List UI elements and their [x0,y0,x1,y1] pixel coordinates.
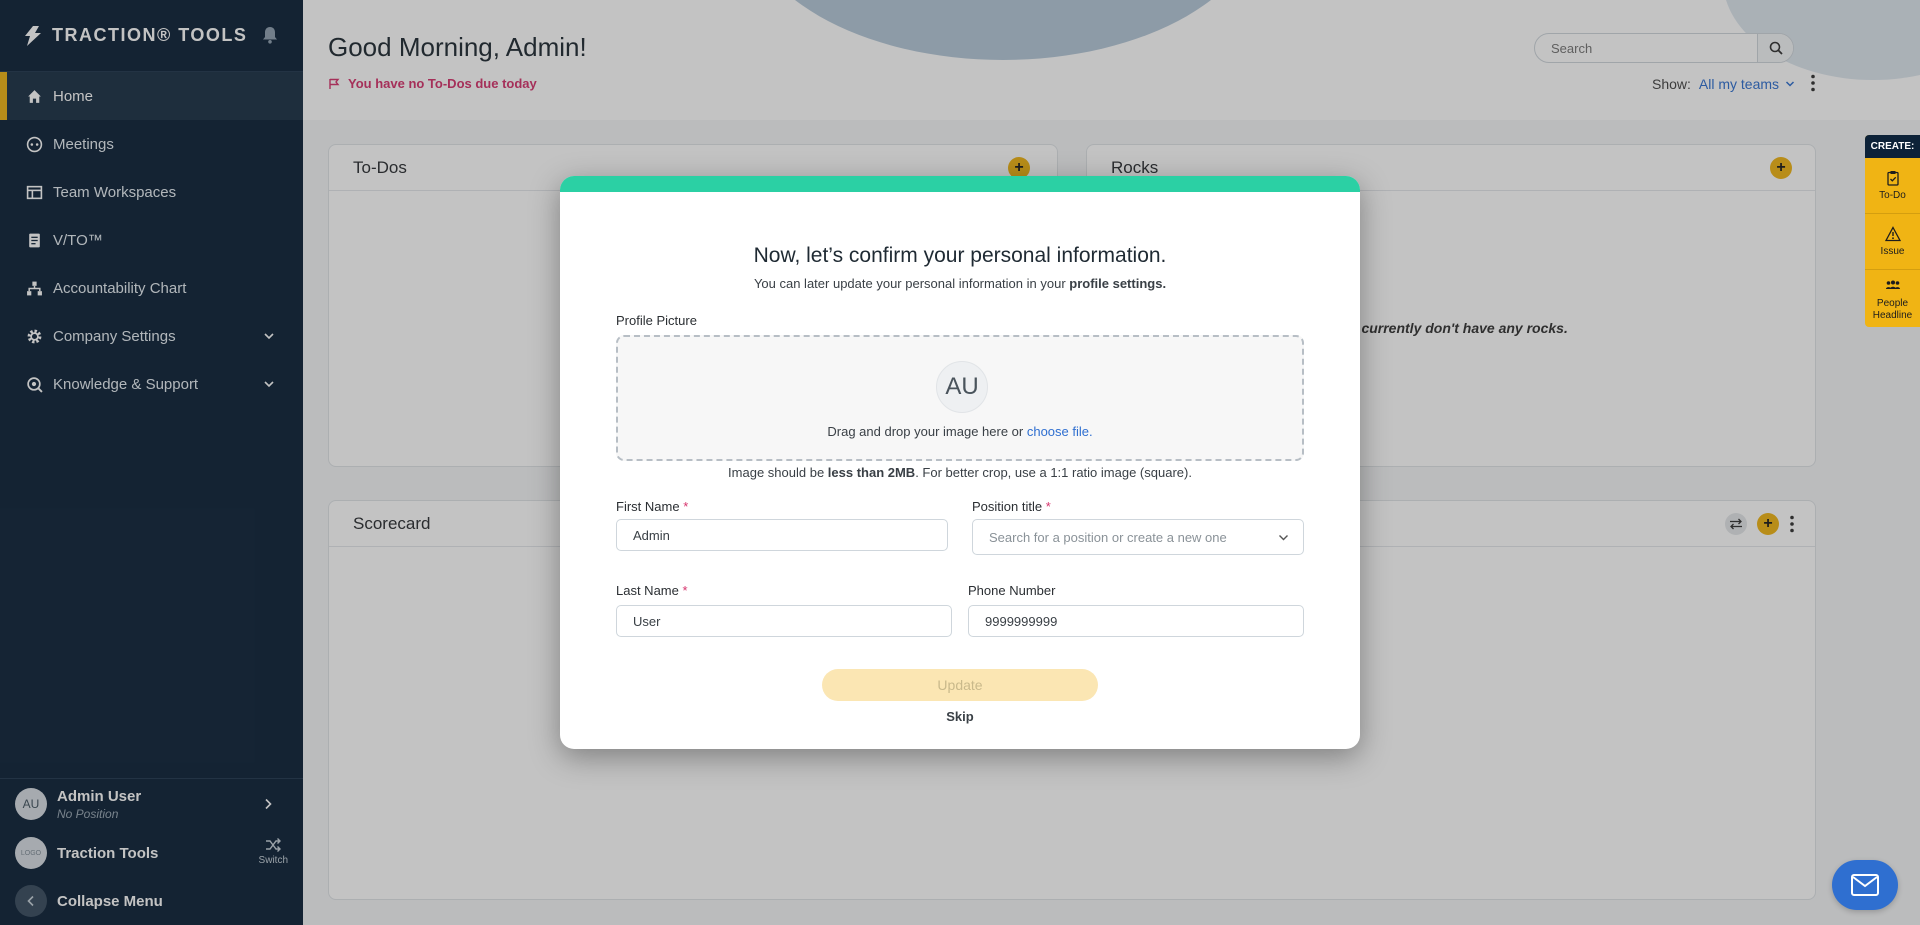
dropzone-instructions: Drag and drop your image here or [827,424,1027,439]
choose-file-link[interactable]: choose file. [1027,424,1093,439]
image-requirements: Image should be less than 2MB. For bette… [560,465,1360,480]
create-todo-button[interactable]: To-Do [1865,158,1920,214]
profile-settings-link[interactable]: profile settings. [1069,276,1166,291]
personal-info-modal: Now, let’s confirm your personal informa… [560,176,1360,749]
create-headline-button[interactable]: People Headline [1865,270,1920,327]
create-headline-label: People Headline [1872,298,1913,321]
people-icon [1885,280,1900,289]
required-mark: * [683,499,689,514]
create-issue-button[interactable]: Issue [1865,214,1920,270]
first-name-input[interactable] [633,527,947,543]
phone-field[interactable] [968,605,1304,637]
phone-label: Phone Number [968,583,1056,598]
mail-icon [1851,874,1879,896]
position-placeholder: Search for a position or create a new on… [989,529,1227,545]
phone-input[interactable] [985,613,1303,629]
image-note-text: . For better crop, use a 1:1 ratio image… [915,465,1192,480]
first-name-label-text: First Name [616,499,680,514]
position-select[interactable]: Search for a position or create a new on… [972,519,1304,555]
skip-button[interactable]: Skip [560,709,1360,724]
required-mark: * [682,583,688,598]
last-name-label: Last Name * [616,583,688,598]
avatar: AU [936,361,988,413]
create-rail-title: CREATE: [1865,135,1920,158]
image-dropzone[interactable]: AU Drag and drop your image here or choo… [616,335,1304,461]
last-name-input[interactable] [633,613,951,629]
first-name-label: First Name * [616,499,688,514]
message-button[interactable] [1832,860,1898,910]
chevron-down-icon [1279,534,1288,540]
modal-subtitle-text: You can later update your personal infor… [753,276,1070,291]
image-note-limit: less than 2MB [827,465,916,480]
dropzone-text: Drag and drop your image here or choose … [618,424,1302,439]
modal-accent-bar [560,176,1360,192]
update-button[interactable]: Update [822,669,1098,701]
last-name-label-text: Last Name [616,583,679,598]
position-label-text: Position title [972,499,1043,514]
last-name-field[interactable] [616,605,952,637]
position-title-label: Position title * [972,499,1051,514]
warning-icon [1884,225,1901,241]
required-mark: * [1045,499,1051,514]
clipboard-icon [1886,170,1899,186]
first-name-field[interactable] [616,519,948,551]
create-todo-label: To-Do [1879,189,1906,201]
profile-picture-label: Profile Picture [616,313,697,328]
create-rail: CREATE: To-Do Issue People Headline [1865,135,1920,327]
modal-title: Now, let’s confirm your personal informa… [753,244,1167,267]
modal-subtitle: You can later update your personal infor… [560,276,1360,291]
create-issue-label: Issue [1880,245,1905,257]
image-note-text: Image should be [728,465,828,480]
